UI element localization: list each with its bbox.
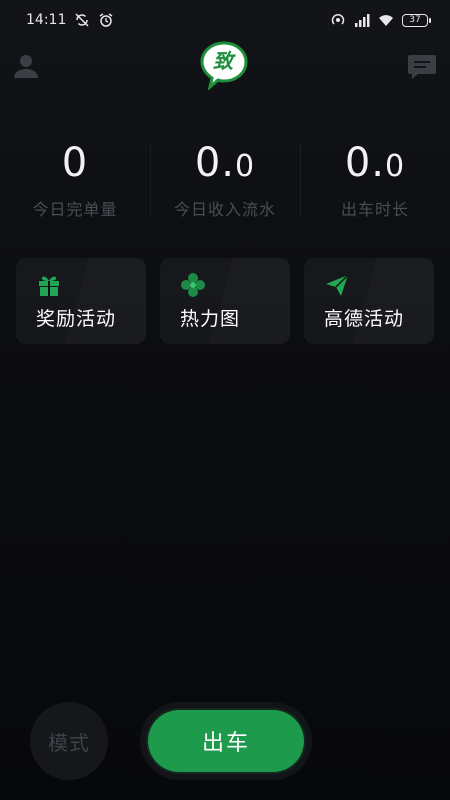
app-logo: 致	[198, 40, 250, 92]
depart-button[interactable]: 出车	[148, 710, 304, 772]
heatmap-icon	[181, 273, 205, 297]
card-rewards[interactable]: 奖励活动	[16, 258, 146, 344]
card-label: 热力图	[180, 308, 241, 330]
sync-off-icon	[75, 13, 89, 27]
stat-completed-orders[interactable]: 0 今日完单量	[0, 138, 150, 228]
today-stats: 0 今日完单量 0.0 今日收入流水 0.0 出车时长	[0, 138, 450, 228]
depart-button-ring: 出车	[140, 702, 312, 780]
stat-value: 0.0	[194, 140, 256, 186]
signal-icon	[355, 14, 370, 27]
wifi-icon	[379, 15, 393, 26]
user-icon[interactable]	[10, 50, 42, 82]
stat-value: 0	[61, 140, 89, 186]
quick-actions: 奖励活动 热力图 高德活动	[16, 258, 436, 344]
depart-label: 出车	[201, 731, 250, 756]
battery-level: 37	[409, 15, 421, 25]
card-label: 高德活动	[324, 308, 405, 330]
stat-income[interactable]: 0.0 今日收入流水	[150, 138, 300, 228]
status-time: 14:11	[26, 12, 67, 28]
logo-text: 致	[213, 49, 233, 73]
top-bar: 致	[0, 40, 450, 92]
stat-value: 0.0	[344, 140, 406, 186]
paper-plane-icon	[326, 274, 349, 296]
stat-label: 今日收入流水	[173, 200, 276, 219]
battery-icon: 37	[402, 13, 431, 27]
card-label: 奖励活动	[36, 308, 117, 330]
card-amap-activity[interactable]: 高德活动	[304, 258, 434, 344]
mode-button[interactable]: 模式	[30, 702, 108, 780]
driver-home-screen: 14:11 37 致 0 今日完单量 0.0 今日收入流水 0.0 出车时长 奖…	[0, 0, 450, 800]
hotspot-icon	[331, 13, 345, 25]
mode-label: 模式	[48, 730, 90, 755]
stat-label: 今日完单量	[32, 200, 118, 219]
card-heatmap[interactable]: 热力图	[160, 258, 290, 344]
message-icon[interactable]	[406, 50, 438, 82]
stat-label: 出车时长	[340, 200, 409, 219]
stat-online-duration[interactable]: 0.0 出车时长	[300, 138, 450, 228]
status-bar: 14:11 37	[0, 0, 450, 40]
gift-icon	[39, 276, 59, 296]
alarm-icon	[99, 13, 113, 27]
